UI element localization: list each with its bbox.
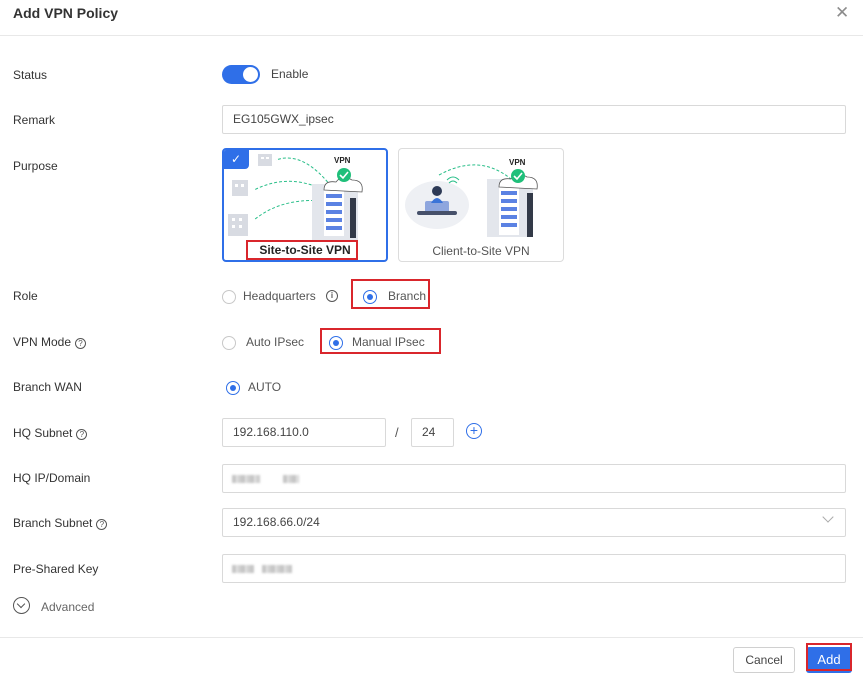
role-option-headquarters: Headquarters <box>243 289 316 303</box>
hq-subnet-mask-input[interactable]: 24 <box>411 418 454 447</box>
vpn-mode-label: VPN Mode? <box>13 335 87 349</box>
branch-wan-label: Branch WAN <box>13 380 82 394</box>
selected-check-icon: ✓ <box>224 150 249 169</box>
vpn-badge-1: VPN <box>334 156 351 165</box>
status-toggle[interactable] <box>222 65 260 84</box>
remark-input[interactable]: EG105GWX_ipsec <box>222 105 846 134</box>
hq-subnet-ip-input[interactable]: 192.168.110.0 <box>222 418 386 447</box>
toggle-knob <box>243 67 258 82</box>
vpn-mode-radio-auto[interactable] <box>222 336 236 350</box>
redacted-value <box>232 475 260 483</box>
hq-subnet-label: HQ Subnet? <box>13 426 88 440</box>
hq-subnet-label-text: HQ Subnet <box>13 426 73 440</box>
branch-subnet-label: Branch Subnet? <box>13 516 108 530</box>
dialog-title: Add VPN Policy <box>13 5 119 21</box>
vpn-mode-label-text: VPN Mode <box>13 335 72 349</box>
subnet-separator: / <box>395 425 399 440</box>
purpose-label: Purpose <box>13 159 58 173</box>
role-radio-headquarters[interactable] <box>222 290 236 304</box>
help-icon[interactable]: ? <box>96 519 108 530</box>
branch-subnet-label-text: Branch Subnet <box>13 516 93 530</box>
redacted-value <box>262 565 292 573</box>
vpn-badge-2: VPN <box>509 158 526 167</box>
advanced-toggle[interactable]: Advanced <box>41 600 94 614</box>
status-toggle-text: Enable <box>271 67 309 81</box>
branch-wan-radio-auto[interactable] <box>226 381 240 395</box>
hq-ip-domain-input[interactable] <box>222 464 846 493</box>
remark-label: Remark <box>13 113 56 127</box>
help-icon[interactable]: ? <box>76 429 88 440</box>
dialog-header: Add VPN Policy ✕ <box>0 0 863 36</box>
purpose-card-site-to-site[interactable]: VPN ✓ Site-to-Site VPN <box>222 148 388 262</box>
close-icon[interactable]: ✕ <box>835 4 849 21</box>
vpn-mode-option-manual: Manual IPsec <box>352 335 425 349</box>
hq-ip-domain-label: HQ IP/Domain <box>13 471 91 485</box>
expand-advanced-icon[interactable] <box>13 597 30 614</box>
add-button[interactable]: Add <box>806 647 852 673</box>
status-label: Status <box>13 68 48 82</box>
cancel-button[interactable]: Cancel <box>733 647 795 673</box>
footer-divider <box>0 637 863 638</box>
vpn-mode-radio-manual[interactable] <box>329 336 343 350</box>
role-radio-branch[interactable] <box>363 290 377 304</box>
purpose-card-client-to-site[interactable]: VPN Client-to-Site VPN <box>398 148 564 262</box>
redacted-value <box>232 565 254 573</box>
add-subnet-icon[interactable]: + <box>466 423 482 439</box>
role-label: Role <box>13 289 38 303</box>
pre-shared-key-label: Pre-Shared Key <box>13 562 99 576</box>
purpose-caption-client-to-site: Client-to-Site VPN <box>432 244 530 258</box>
vpn-mode-option-auto: Auto IPsec <box>246 335 305 349</box>
pre-shared-key-input[interactable] <box>222 554 846 583</box>
purpose-caption-site-to-site: Site-to-Site VPN <box>259 243 351 257</box>
redacted-value <box>283 475 299 483</box>
branch-wan-value: AUTO <box>248 380 282 394</box>
branch-subnet-select[interactable]: 192.168.66.0/24 <box>222 508 846 537</box>
help-icon[interactable]: ? <box>75 338 87 349</box>
role-option-branch: Branch <box>388 289 427 303</box>
info-icon[interactable]: i <box>326 290 338 302</box>
